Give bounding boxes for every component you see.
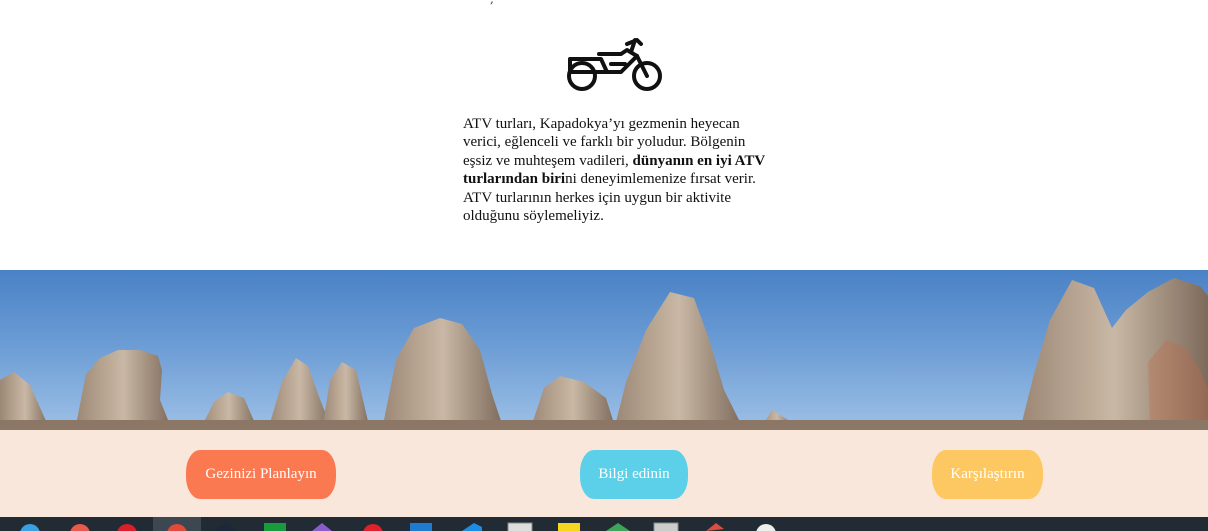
plan-trip-button[interactable]: Gezinizi Planlayın bbox=[186, 450, 336, 499]
xbox-icon[interactable] bbox=[264, 523, 286, 531]
motorcycle-icon bbox=[567, 38, 662, 91]
pencil-icon[interactable] bbox=[706, 523, 724, 531]
window-icon[interactable] bbox=[653, 522, 679, 531]
hero-image bbox=[0, 270, 1208, 430]
google-icon[interactable] bbox=[70, 524, 90, 531]
steam-icon[interactable] bbox=[215, 524, 235, 531]
browser-icon[interactable] bbox=[20, 524, 40, 531]
top-fragment-mark: , bbox=[490, 0, 500, 6]
compare-button[interactable]: Karşılaştırın bbox=[932, 450, 1043, 499]
cta-band: Gezinizi Planlayın Bilgi edinin Karşılaş… bbox=[0, 430, 1208, 517]
app-icon[interactable] bbox=[312, 523, 332, 531]
opera-icon[interactable] bbox=[117, 524, 137, 531]
clock-icon[interactable] bbox=[756, 524, 776, 531]
os-taskbar bbox=[0, 517, 1208, 531]
terminal-icon[interactable] bbox=[410, 523, 432, 531]
notes-icon[interactable] bbox=[558, 523, 580, 531]
chrome-icon[interactable] bbox=[167, 524, 187, 531]
get-info-button[interactable]: Bilgi edinin bbox=[580, 450, 688, 499]
intro-paragraph: ATV turları, Kapadokya’yı gezmenin heyec… bbox=[463, 115, 773, 225]
vscode-icon[interactable] bbox=[462, 523, 482, 531]
fairy-chimneys-illustration bbox=[0, 278, 1208, 430]
youtube-icon[interactable] bbox=[363, 524, 383, 531]
monitor-icon[interactable] bbox=[507, 522, 533, 531]
maps-icon[interactable] bbox=[606, 523, 630, 531]
